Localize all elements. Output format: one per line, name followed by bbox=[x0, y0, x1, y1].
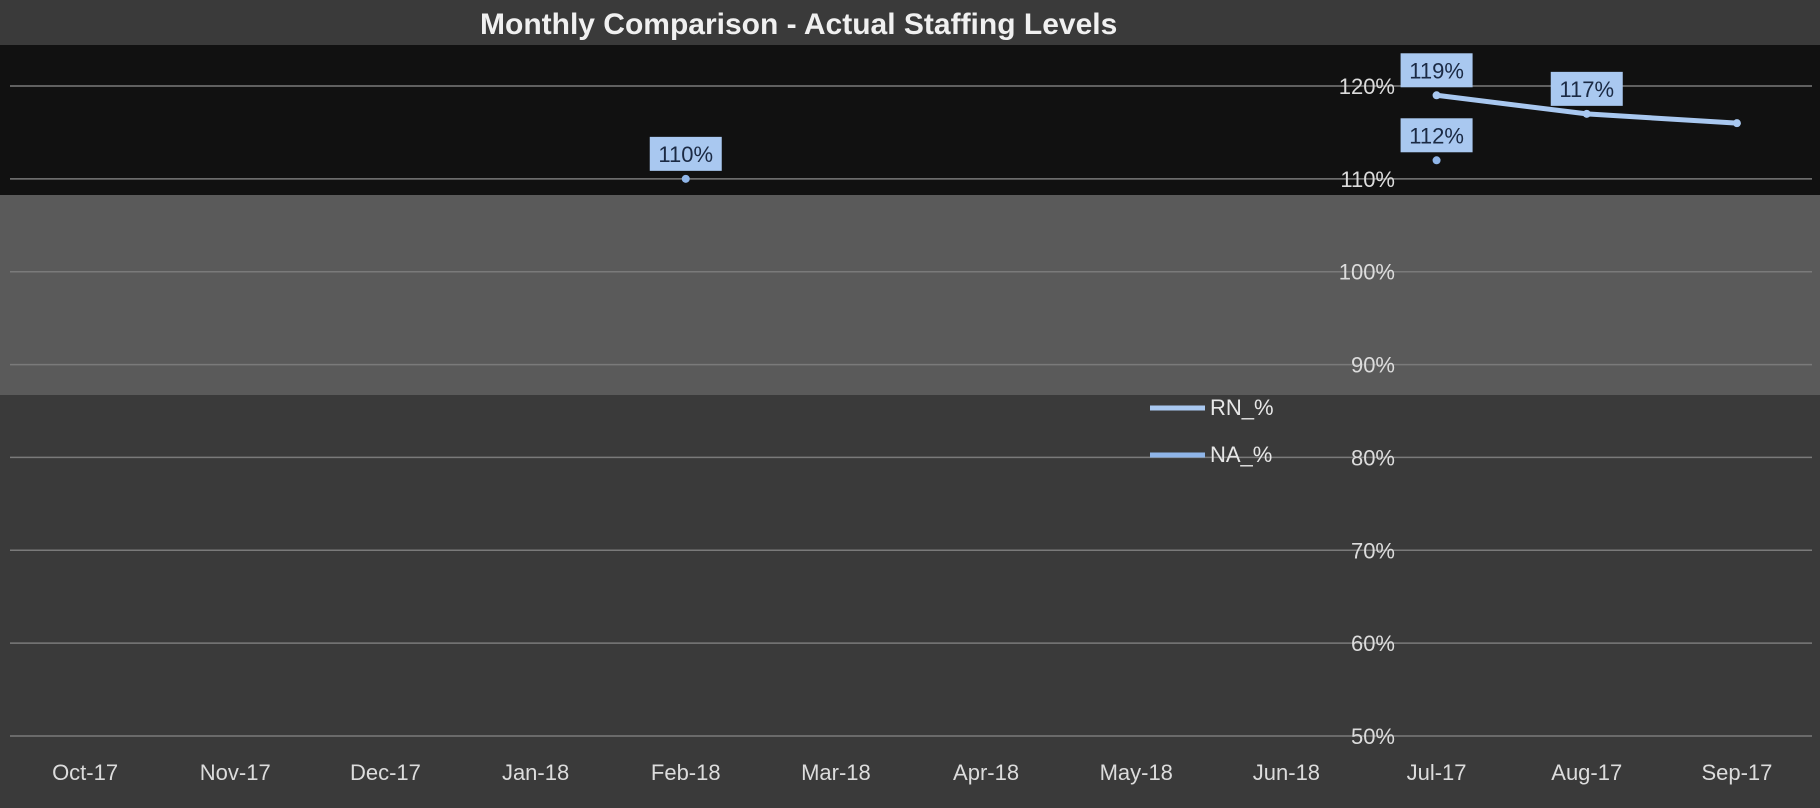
legend-label-na: NA_% bbox=[1210, 442, 1272, 467]
x-tick-label: Apr-18 bbox=[953, 760, 1019, 785]
x-axis: Oct-17 Nov-17 Dec-17 Jan-18 Feb-18 Mar-18 Apr-… bbox=[52, 760, 1772, 785]
legend: RN_% NA_% bbox=[1150, 395, 1274, 467]
data-point bbox=[1432, 156, 1441, 165]
header-band bbox=[0, 45, 1820, 195]
y-axis: 50% 60% 70% 80% 90% 100% 110% 120% bbox=[1339, 74, 1395, 749]
x-tick-label: Oct-17 bbox=[52, 760, 118, 785]
chart-title: Monthly Comparison - Actual Staffing Lev… bbox=[480, 8, 1117, 41]
data-label: 110% bbox=[658, 142, 713, 167]
x-tick-label: Feb-18 bbox=[651, 760, 721, 785]
x-tick-label: Mar-18 bbox=[801, 760, 871, 785]
x-tick-label: May-18 bbox=[1100, 760, 1173, 785]
y-tick-label: 80% bbox=[1351, 445, 1395, 470]
y-tick-label: 120% bbox=[1339, 74, 1395, 99]
data-label: 117% bbox=[1559, 77, 1614, 102]
y-tick-label: 110% bbox=[1340, 167, 1395, 192]
data-label: 112% bbox=[1409, 123, 1464, 148]
data-label: 119% bbox=[1409, 58, 1464, 83]
x-tick-label: Jan-18 bbox=[502, 760, 569, 785]
x-tick-label: Jun-18 bbox=[1253, 760, 1320, 785]
y-tick-label: 60% bbox=[1351, 631, 1395, 656]
y-tick-label: 90% bbox=[1351, 353, 1395, 378]
x-tick-label: Dec-17 bbox=[350, 760, 421, 785]
y-tick-label: 70% bbox=[1351, 538, 1395, 563]
legend-label-rn: RN_% bbox=[1210, 395, 1274, 420]
x-tick-label: Aug-17 bbox=[1551, 760, 1622, 785]
data-point bbox=[681, 174, 690, 183]
x-tick-label: Nov-17 bbox=[200, 760, 271, 785]
y-tick-label: 100% bbox=[1339, 260, 1395, 285]
chart: Monthly Comparison - Actual Staffing Lev… bbox=[0, 8, 1820, 785]
x-tick-label: Sep-17 bbox=[1701, 760, 1772, 785]
y-tick-label: 50% bbox=[1351, 724, 1395, 749]
x-tick-label: Jul-17 bbox=[1407, 760, 1467, 785]
